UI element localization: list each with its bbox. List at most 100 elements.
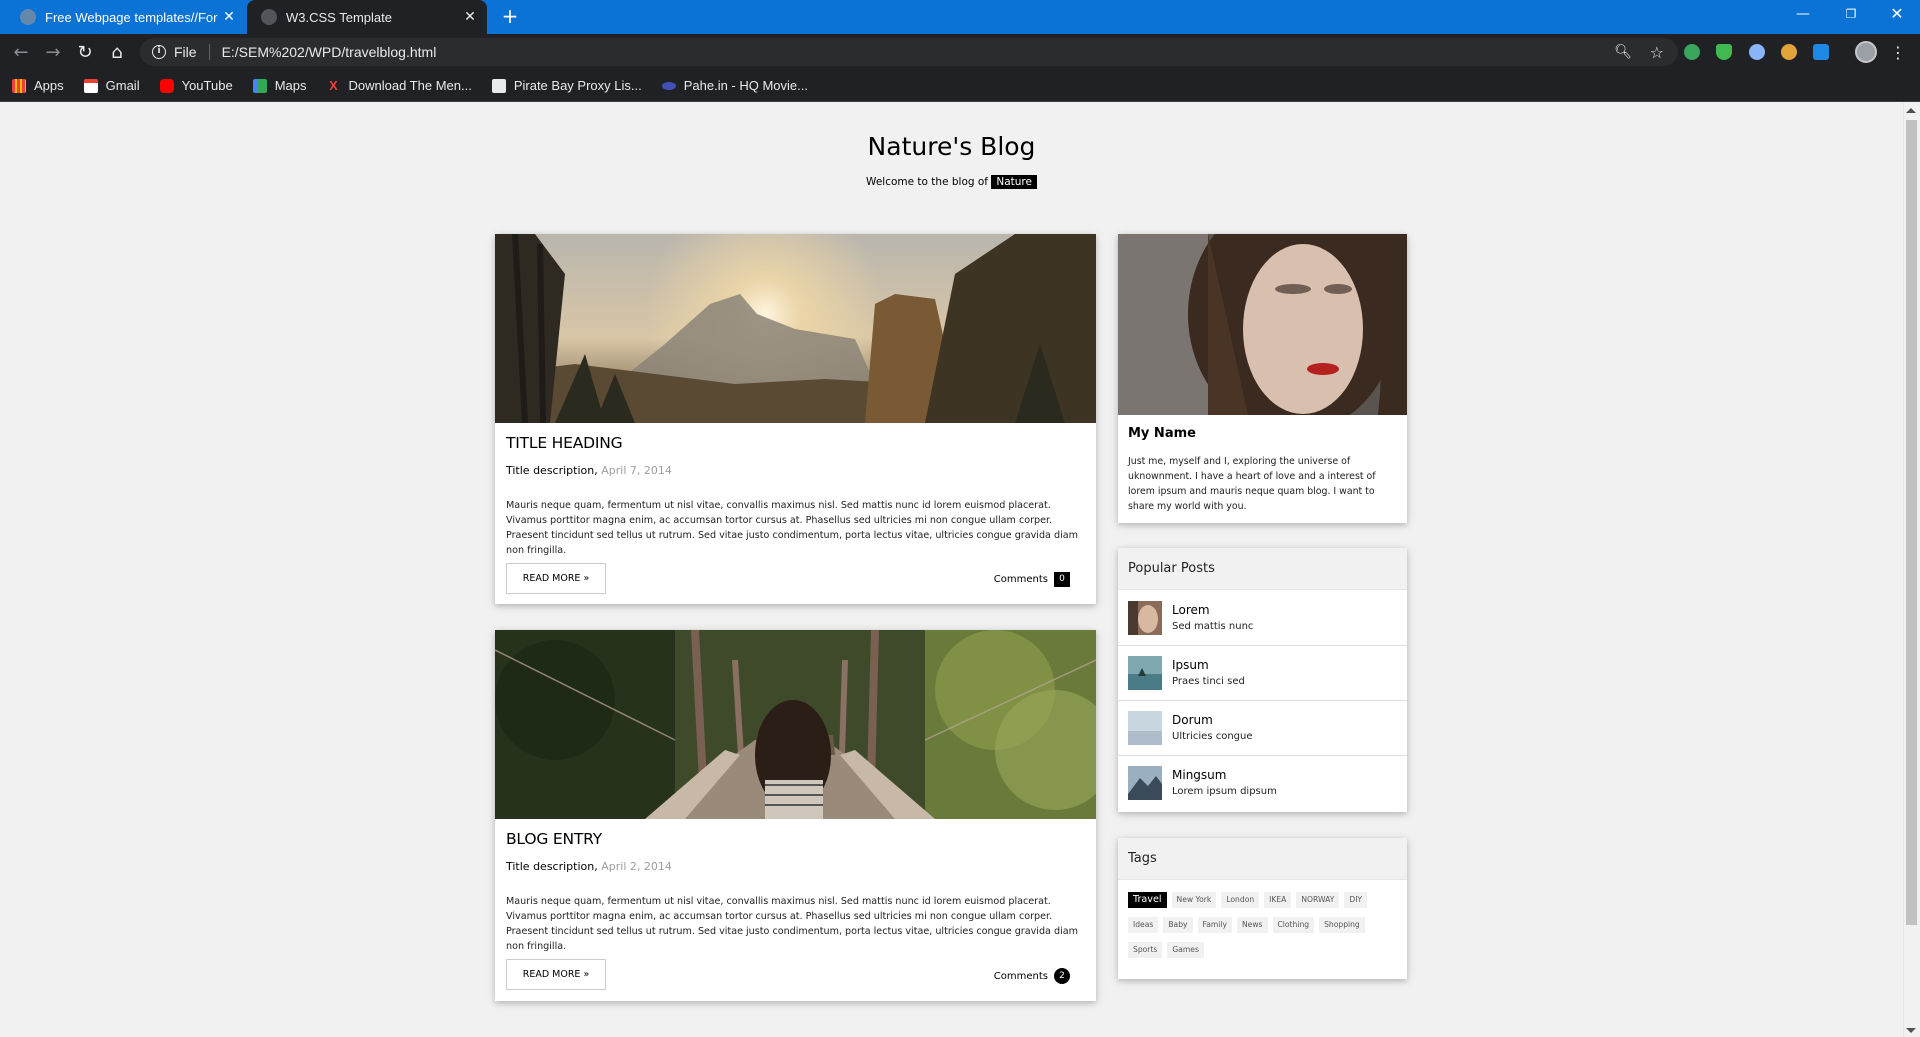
post-thumbnail — [1128, 711, 1162, 745]
bookmark-label: YouTube — [181, 78, 233, 93]
piratebay-icon — [491, 78, 506, 93]
tag-new-york[interactable]: New York — [1171, 892, 1217, 908]
tag-sports[interactable]: Sports — [1128, 942, 1163, 958]
profile-card: My Name Just me, myself and I, exploring… — [1118, 234, 1407, 523]
post-date: April 7, 2014 — [601, 464, 672, 477]
comments-link[interactable]: Comments 0 — [994, 572, 1070, 587]
post-description-text: Title description, — [506, 464, 598, 477]
bookmark-pahe[interactable]: Pahe.in - HQ Movie... — [661, 78, 808, 93]
browser-toolbar: ← → ↻ ⌂ i File E:/SEM%202/WPD/travelblog… — [0, 34, 1920, 70]
scroll-up-arrow-icon[interactable] — [1906, 108, 1916, 113]
post-heading: BLOG ENTRY — [506, 830, 602, 848]
maps-icon — [252, 78, 267, 93]
scrollbar-thumb[interactable] — [1906, 120, 1917, 925]
shield-extension-icon[interactable] — [1716, 44, 1732, 60]
close-icon[interactable]: ✕ — [459, 9, 481, 25]
close-icon[interactable]: ✕ — [218, 9, 240, 25]
bookmark-label: Apps — [34, 78, 64, 93]
back-arrow-icon[interactable]: ← — [8, 40, 34, 66]
tag-baby[interactable]: Baby — [1163, 917, 1193, 933]
tag-shopping[interactable]: Shopping — [1319, 917, 1365, 933]
extension-icon[interactable] — [1813, 44, 1829, 60]
bookmark-label: Pirate Bay Proxy Lis... — [513, 78, 642, 93]
bookmark-maps[interactable]: Maps — [252, 78, 307, 93]
page-title: Nature's Blog — [867, 132, 1036, 161]
bookmark-piratebay[interactable]: Pirate Bay Proxy Lis... — [491, 78, 642, 93]
list-item[interactable]: Dorum Ultricies congue — [1118, 701, 1407, 756]
post-image-mountain-sunset — [495, 234, 1096, 423]
bookmark-download[interactable]: X Download The Men... — [326, 78, 472, 93]
tag-clothing[interactable]: Clothing — [1272, 917, 1315, 933]
zoom-icon[interactable]: 🔍︎ — [1614, 44, 1632, 60]
minimize-button[interactable]: — — [1780, 0, 1826, 30]
gmail-icon — [83, 78, 98, 93]
pahe-icon — [661, 81, 676, 90]
read-more-button[interactable]: READ MORE » — [506, 563, 606, 594]
popular-post-title: Mingsum — [1172, 768, 1227, 782]
popular-post-title: Lorem — [1172, 603, 1210, 617]
extension-icon[interactable] — [1684, 44, 1700, 60]
tag-travel[interactable]: Travel — [1128, 892, 1167, 908]
cookie-extension-icon[interactable] — [1781, 44, 1797, 60]
comments-link[interactable]: Comments 2 — [994, 968, 1070, 984]
tag-games[interactable]: Games — [1167, 942, 1204, 958]
divider — [208, 44, 210, 60]
subtitle-text: Welcome to the blog of — [866, 176, 988, 188]
post-body: Mauris neque quam, fermentum ut nisl vit… — [506, 896, 1078, 952]
profile-bio: Just me, myself and I, exploring the uni… — [1128, 456, 1376, 512]
bookmark-gmail[interactable]: Gmail — [83, 78, 140, 93]
tag-ideas[interactable]: Ideas — [1128, 917, 1159, 933]
restore-button[interactable]: ❐ — [1828, 0, 1874, 30]
post-description: Title description, April 2, 2014 — [506, 860, 672, 873]
list-item[interactable]: Ipsum Praes tinci sed — [1118, 646, 1407, 701]
post-description-text: Title description, — [506, 860, 598, 873]
bookmark-label: Maps — [274, 78, 307, 93]
bookmark-label: Gmail — [105, 78, 140, 93]
bookmarks-bar: Apps Gmail YouTube Maps X Download The Me… — [0, 70, 1920, 102]
comments-count-badge: 2 — [1054, 968, 1070, 984]
home-icon[interactable]: ⌂ — [104, 40, 130, 66]
profile-name: My Name — [1128, 426, 1196, 441]
post-description: Title description, April 7, 2014 — [506, 464, 672, 477]
globe-icon — [261, 9, 277, 25]
reload-icon[interactable]: ↻ — [72, 40, 98, 66]
bookmark-star-icon[interactable]: ☆ — [1650, 43, 1664, 62]
bookmark-label: Download The Men... — [348, 78, 472, 93]
close-window-button[interactable]: ✕ — [1874, 0, 1920, 30]
list-item[interactable]: Mingsum Lorem ipsum dipsum — [1118, 756, 1407, 811]
tag-ikea[interactable]: IKEA — [1264, 892, 1292, 908]
url-scheme: File — [174, 44, 197, 60]
tag-diy[interactable]: DIY — [1344, 892, 1368, 908]
post-thumbnail — [1128, 766, 1162, 800]
tag-london[interactable]: London — [1221, 892, 1260, 908]
tab-title: W3.CSS Template — [286, 9, 392, 25]
new-tab-button[interactable]: + — [498, 4, 522, 28]
popular-posts-header: Popular Posts — [1118, 548, 1407, 590]
globe-icon — [20, 9, 36, 25]
post-thumbnail — [1128, 601, 1162, 635]
popular-post-title: Dorum — [1172, 713, 1213, 727]
address-bar[interactable]: i File E:/SEM%202/WPD/travelblog.html 🔍︎… — [140, 38, 1678, 66]
info-icon[interactable]: i — [152, 45, 166, 59]
tag-news[interactable]: News — [1236, 917, 1268, 933]
forward-arrow-icon[interactable]: → — [40, 40, 66, 66]
scroll-down-arrow-icon[interactable] — [1906, 1028, 1916, 1033]
url-text[interactable]: E:/SEM%202/WPD/travelblog.html — [222, 44, 437, 60]
tab-w3css-template[interactable]: W3.CSS Template ✕ — [247, 0, 487, 34]
extension-icon[interactable] — [1749, 44, 1765, 60]
post-body: Mauris neque quam, fermentum ut nisl vit… — [506, 500, 1078, 556]
tag-norway[interactable]: NORWAY — [1296, 892, 1340, 908]
page-subtitle: Welcome to the blog of Nature — [0, 175, 1903, 189]
profile-avatar[interactable] — [1855, 41, 1877, 63]
menu-dots-icon[interactable]: ⋮ — [1890, 40, 1906, 66]
list-item[interactable]: Lorem Sed mattis nunc — [1118, 591, 1407, 646]
read-more-button[interactable]: READ MORE » — [506, 959, 606, 990]
page-viewport: Nature's Blog Welcome to the blog of Nat… — [0, 103, 1920, 1037]
bookmark-apps[interactable]: Apps — [12, 78, 64, 93]
subtitle-tag: Nature — [991, 175, 1037, 189]
bookmark-youtube[interactable]: YouTube — [159, 78, 233, 93]
comments-label: Comments — [993, 574, 1048, 585]
tags-list: Travel New York London IKEA NORWAY DIY I… — [1128, 892, 1400, 967]
tag-family[interactable]: Family — [1197, 917, 1232, 933]
tab-free-webpage-templates[interactable]: Free Webpage templates//For ec ✕ — [0, 0, 246, 34]
